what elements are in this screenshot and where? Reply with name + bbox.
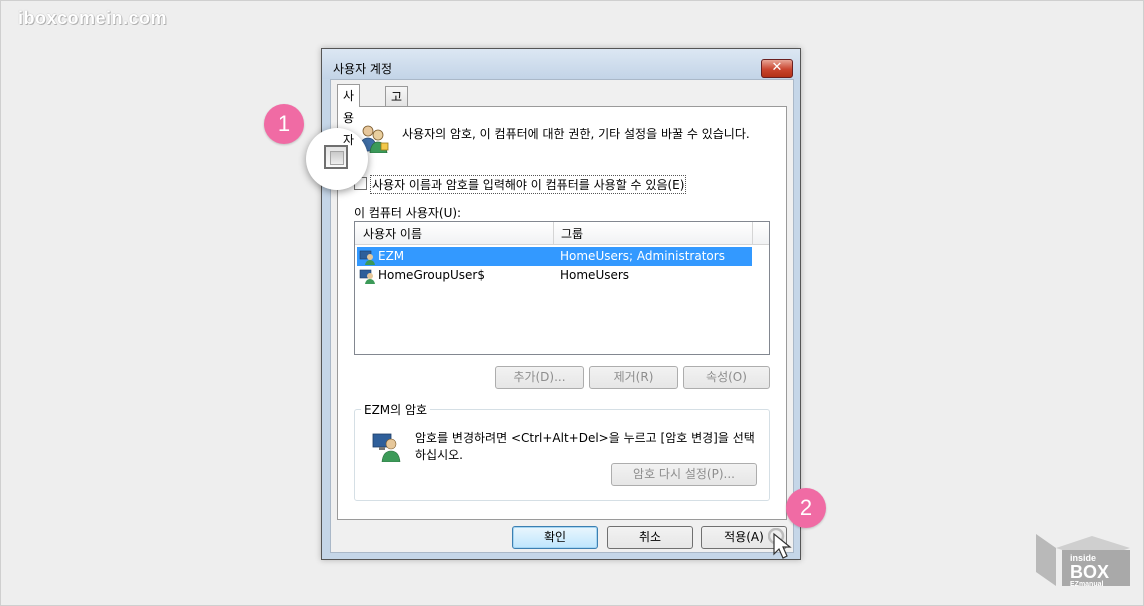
add-user-button[interactable]: 추가(D)...	[495, 366, 584, 389]
ok-button[interactable]: 확인	[512, 526, 598, 549]
password-instructions: 암호를 변경하려면 <Ctrl+Alt+Del>을 누르고 [암호 변경]을 선…	[415, 431, 755, 462]
step-1-badge: 1	[264, 104, 304, 144]
info-description: 사용자의 암호, 이 컴퓨터에 대한 권한, 기타 설정을 바꿀 수 있습니다.	[402, 127, 750, 141]
checkbox-magnifier	[306, 128, 368, 190]
column-header-username[interactable]: 사용자 이름	[363, 225, 422, 242]
title-bar[interactable]: 사용자 계정 ✕	[322, 49, 800, 79]
users-listview[interactable]: 사용자 이름 그룹 EZM HomeUsers; Administrators	[354, 221, 770, 355]
user-group-cell: HomeUsers; Administrators	[560, 249, 725, 263]
require-login-label[interactable]: 사용자 이름과 암호를 입력해야 이 컴퓨터를 사용할 수 있음(E)	[370, 175, 687, 194]
users-tab-panel: 사용자의 암호, 이 컴퓨터에 대한 권한, 기타 설정을 바꿀 수 있습니다.…	[337, 106, 787, 520]
column-divider[interactable]	[752, 222, 753, 244]
user-accounts-dialog: 사용자 계정 ✕ 사용자 고급 사용자의 암호, 이 컴퓨터에 대한 권한, 기…	[321, 48, 801, 560]
tab-advanced[interactable]: 고급	[385, 86, 409, 124]
cancel-button[interactable]: 취소	[607, 526, 693, 549]
mouse-cursor-icon	[768, 528, 792, 559]
users-list-label: 이 컴퓨터 사용자(U):	[354, 206, 462, 220]
dialog-client-area: 사용자 고급 사용자의 암호, 이 컴퓨터에 대한 권한, 기타 설정을 바꿀 …	[330, 79, 794, 553]
user-icon	[359, 250, 375, 265]
step-2-badge: 2	[786, 488, 826, 528]
column-divider[interactable]	[553, 222, 554, 244]
reset-password-button[interactable]: 암호 다시 설정(P)...	[611, 463, 757, 486]
insidebox-logo: inside BOX EZmanual	[1036, 534, 1130, 588]
properties-button[interactable]: 속성(O)	[683, 366, 770, 389]
column-header-group[interactable]: 그룹	[561, 225, 583, 242]
close-icon: ✕	[771, 60, 783, 75]
password-group-title: EZM의 암호	[361, 401, 431, 418]
user-icon	[359, 269, 375, 284]
user-group-cell: HomeUsers	[560, 268, 630, 282]
close-button[interactable]: ✕	[761, 59, 793, 78]
logo-line-3: EZmanual	[1070, 581, 1104, 588]
password-user-icon	[372, 433, 401, 462]
tab-users[interactable]: 사용자	[337, 84, 361, 147]
remove-user-button[interactable]: 제거(R)	[589, 366, 678, 389]
table-row[interactable]: HomeGroupUser$ HomeUsers	[357, 266, 752, 285]
password-groupbox: EZM의 암호 암호를 변경하려면 <Ctrl+Alt+Del>을 누르고 [암…	[354, 401, 770, 501]
user-name-cell: EZM	[378, 249, 405, 263]
dialog-title: 사용자 계정	[333, 62, 393, 76]
site-watermark: iboxcomein.com	[18, 8, 168, 28]
listview-header: 사용자 이름 그룹	[355, 222, 769, 245]
user-name-cell: HomeGroupUser$	[378, 268, 485, 282]
table-row[interactable]: EZM HomeUsers; Administrators	[357, 247, 752, 266]
logo-line-2: BOX	[1070, 562, 1109, 582]
